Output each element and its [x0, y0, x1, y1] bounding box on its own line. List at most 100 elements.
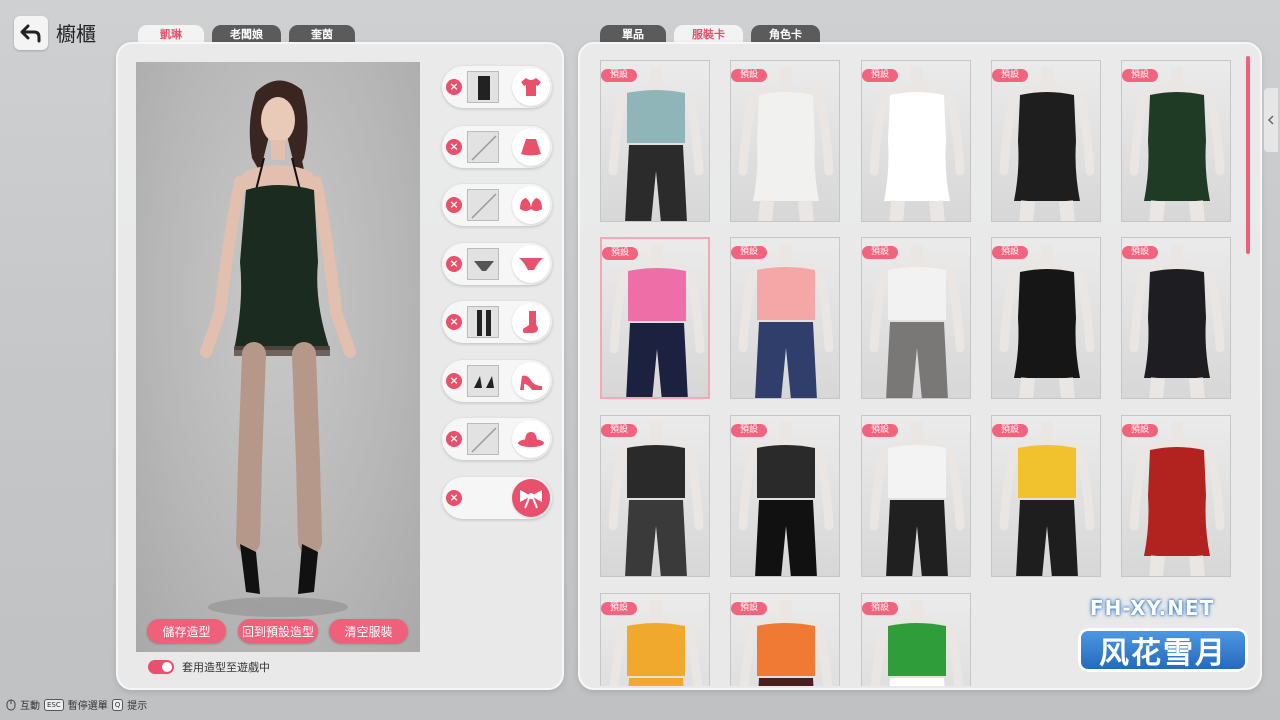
remove-icon[interactable]: × [446, 314, 462, 330]
outfit-card[interactable]: 預設 [730, 593, 840, 686]
slot-skirt[interactable]: × [442, 126, 552, 168]
outfit-card[interactable]: 預設 [991, 60, 1101, 222]
clear-outfit-button[interactable]: 清空服裝 [329, 619, 408, 643]
outfit-card[interactable]: 預設 [1121, 237, 1231, 399]
outfit-card[interactable]: 預設 [861, 60, 971, 222]
preset-badge: 預設 [992, 424, 1029, 437]
mannequin-icon [999, 422, 1095, 576]
outfit-card[interactable]: 預設 [991, 415, 1101, 577]
character-preview[interactable] [136, 62, 420, 652]
slot-top[interactable]: × [442, 66, 552, 108]
preset-badge: 預設 [601, 69, 638, 82]
mannequin-icon [1129, 422, 1225, 576]
reset-outfit-button[interactable]: 回到預設造型 [238, 619, 318, 643]
hint-interact: 互動 [20, 701, 40, 712]
character-model [200, 80, 356, 617]
preset-badge: 預設 [862, 69, 899, 82]
hat-icon[interactable] [512, 420, 550, 458]
save-outfit-button[interactable]: 儲存造型 [147, 619, 226, 643]
outfit-card[interactable]: 預設 [861, 237, 971, 399]
watermark-text: FH-XY.NET [1090, 596, 1215, 620]
slot-bra[interactable]: × [442, 184, 552, 226]
outfit-card[interactable]: 預設 [1121, 415, 1231, 577]
remove-icon[interactable]: × [446, 373, 462, 389]
outfit-card[interactable]: 預設 [600, 60, 710, 222]
shirt-icon[interactable] [512, 68, 550, 106]
preset-badge: 預設 [862, 424, 899, 437]
hint-bar: 互動 ESC 暫停選單 Q 提示 [6, 697, 147, 712]
outfit-grid: 預設 預設 預設 預設 預設 預設 預設 預設 預設 預設 預設 預設 預設 預設 預設 預設 預設 預設 [592, 60, 1242, 686]
mannequin-icon [738, 67, 834, 221]
slot-hat[interactable]: × [442, 418, 552, 460]
slot-thumbnail [467, 71, 499, 103]
preset-badge: 預設 [862, 246, 899, 259]
scrollbar[interactable] [1246, 56, 1250, 254]
mannequin-icon [738, 244, 834, 398]
slot-thumbnail [467, 365, 499, 397]
slot-accessory[interactable]: × [442, 477, 552, 519]
esc-key: ESC [44, 698, 64, 711]
remove-icon[interactable]: × [446, 197, 462, 213]
outfit-card[interactable]: 預設 [861, 593, 971, 686]
mannequin-icon [999, 244, 1095, 398]
back-button[interactable] [14, 16, 48, 50]
slot-shoes[interactable]: × [442, 360, 552, 402]
q-key: Q [111, 698, 124, 711]
outfit-card[interactable]: 預設 [600, 415, 710, 577]
tab-character-1[interactable]: 凱琳 [138, 25, 204, 43]
remove-icon[interactable]: × [446, 431, 462, 447]
preset-badge: 預設 [862, 602, 899, 615]
tab-character-2[interactable]: 老闆娘 [212, 25, 281, 43]
watermark-logo: 风花雪月 [1078, 628, 1248, 672]
watermark: FH-XY.NET 风花雪月 [1030, 596, 1260, 706]
mannequin-icon [1129, 244, 1225, 398]
remove-icon[interactable]: × [446, 490, 462, 506]
mannequin-icon [608, 422, 704, 576]
bow-icon[interactable] [512, 479, 550, 517]
remove-icon[interactable]: × [446, 79, 462, 95]
slot-thumbnail [467, 306, 499, 338]
preset-badge: 預設 [601, 602, 638, 615]
apply-toggle-label: 套用造型至遊戲中 [182, 661, 270, 674]
sock-icon[interactable] [512, 303, 550, 341]
remove-icon[interactable]: × [446, 139, 462, 155]
empty-slot-icon [467, 131, 499, 163]
item-tabs: 單品 服裝卡 角色卡 [600, 25, 820, 43]
apply-toggle[interactable] [148, 660, 174, 674]
preset-badge: 預設 [1122, 246, 1159, 259]
preset-badge: 預設 [992, 69, 1029, 82]
tab-character-3[interactable]: 奎茵 [289, 25, 355, 43]
hint-pause: 暫停選單 [67, 701, 108, 712]
outfit-card[interactable]: 預設 [991, 237, 1101, 399]
outfit-card[interactable]: 預設 [730, 415, 840, 577]
remove-icon[interactable]: × [446, 256, 462, 272]
slot-socks[interactable]: × [442, 301, 552, 343]
preset-badge: 預設 [731, 69, 768, 82]
preset-badge: 預設 [1122, 69, 1159, 82]
tab-items[interactable]: 單品 [600, 25, 666, 43]
outfit-card[interactable]: 預設 [600, 593, 710, 686]
apply-toggle-row[interactable]: 套用造型至遊戲中 [148, 659, 270, 675]
outfit-card[interactable]: 預設 [730, 237, 840, 399]
preset-badge: 預設 [601, 424, 638, 437]
outfit-card[interactable]: 預設 [730, 60, 840, 222]
tab-character-cards[interactable]: 角色卡 [751, 25, 820, 43]
heel-icon[interactable] [512, 362, 550, 400]
skirt-icon[interactable] [512, 128, 550, 166]
preset-badge: 預設 [992, 246, 1029, 259]
preset-badge: 預設 [1122, 424, 1159, 437]
slot-panties[interactable]: × [442, 243, 552, 285]
mannequin-icon [869, 422, 965, 576]
bra-icon[interactable] [512, 186, 550, 224]
panties-icon[interactable] [512, 245, 550, 283]
slot-thumbnail [467, 248, 499, 280]
outfit-card[interactable]: 預設 [600, 237, 710, 399]
hint-tips: 提示 [127, 701, 148, 712]
outfit-card[interactable]: 預設 [1121, 60, 1231, 222]
mannequin-icon [609, 245, 705, 397]
side-scroll-handle[interactable] [1264, 88, 1278, 152]
outfit-card[interactable]: 預設 [861, 415, 971, 577]
preset-badge: 預設 [731, 424, 768, 437]
empty-slot-icon [467, 423, 499, 455]
tab-outfit-cards[interactable]: 服裝卡 [674, 25, 743, 43]
